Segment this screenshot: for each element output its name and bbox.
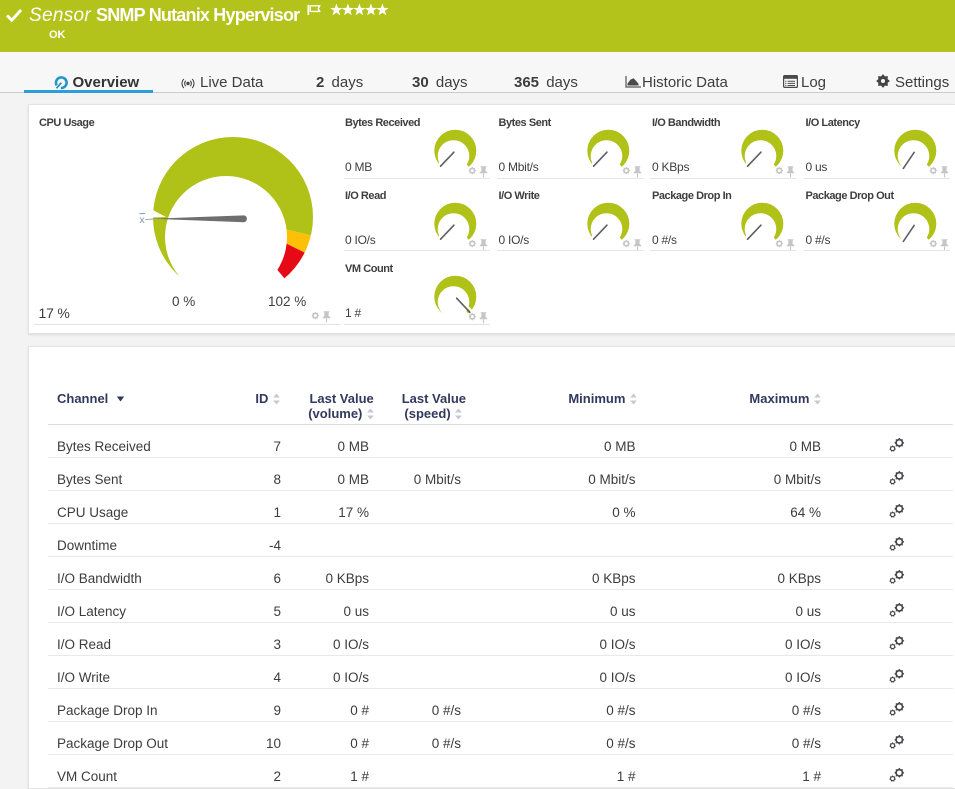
- svg-text:x: x: [140, 214, 146, 226]
